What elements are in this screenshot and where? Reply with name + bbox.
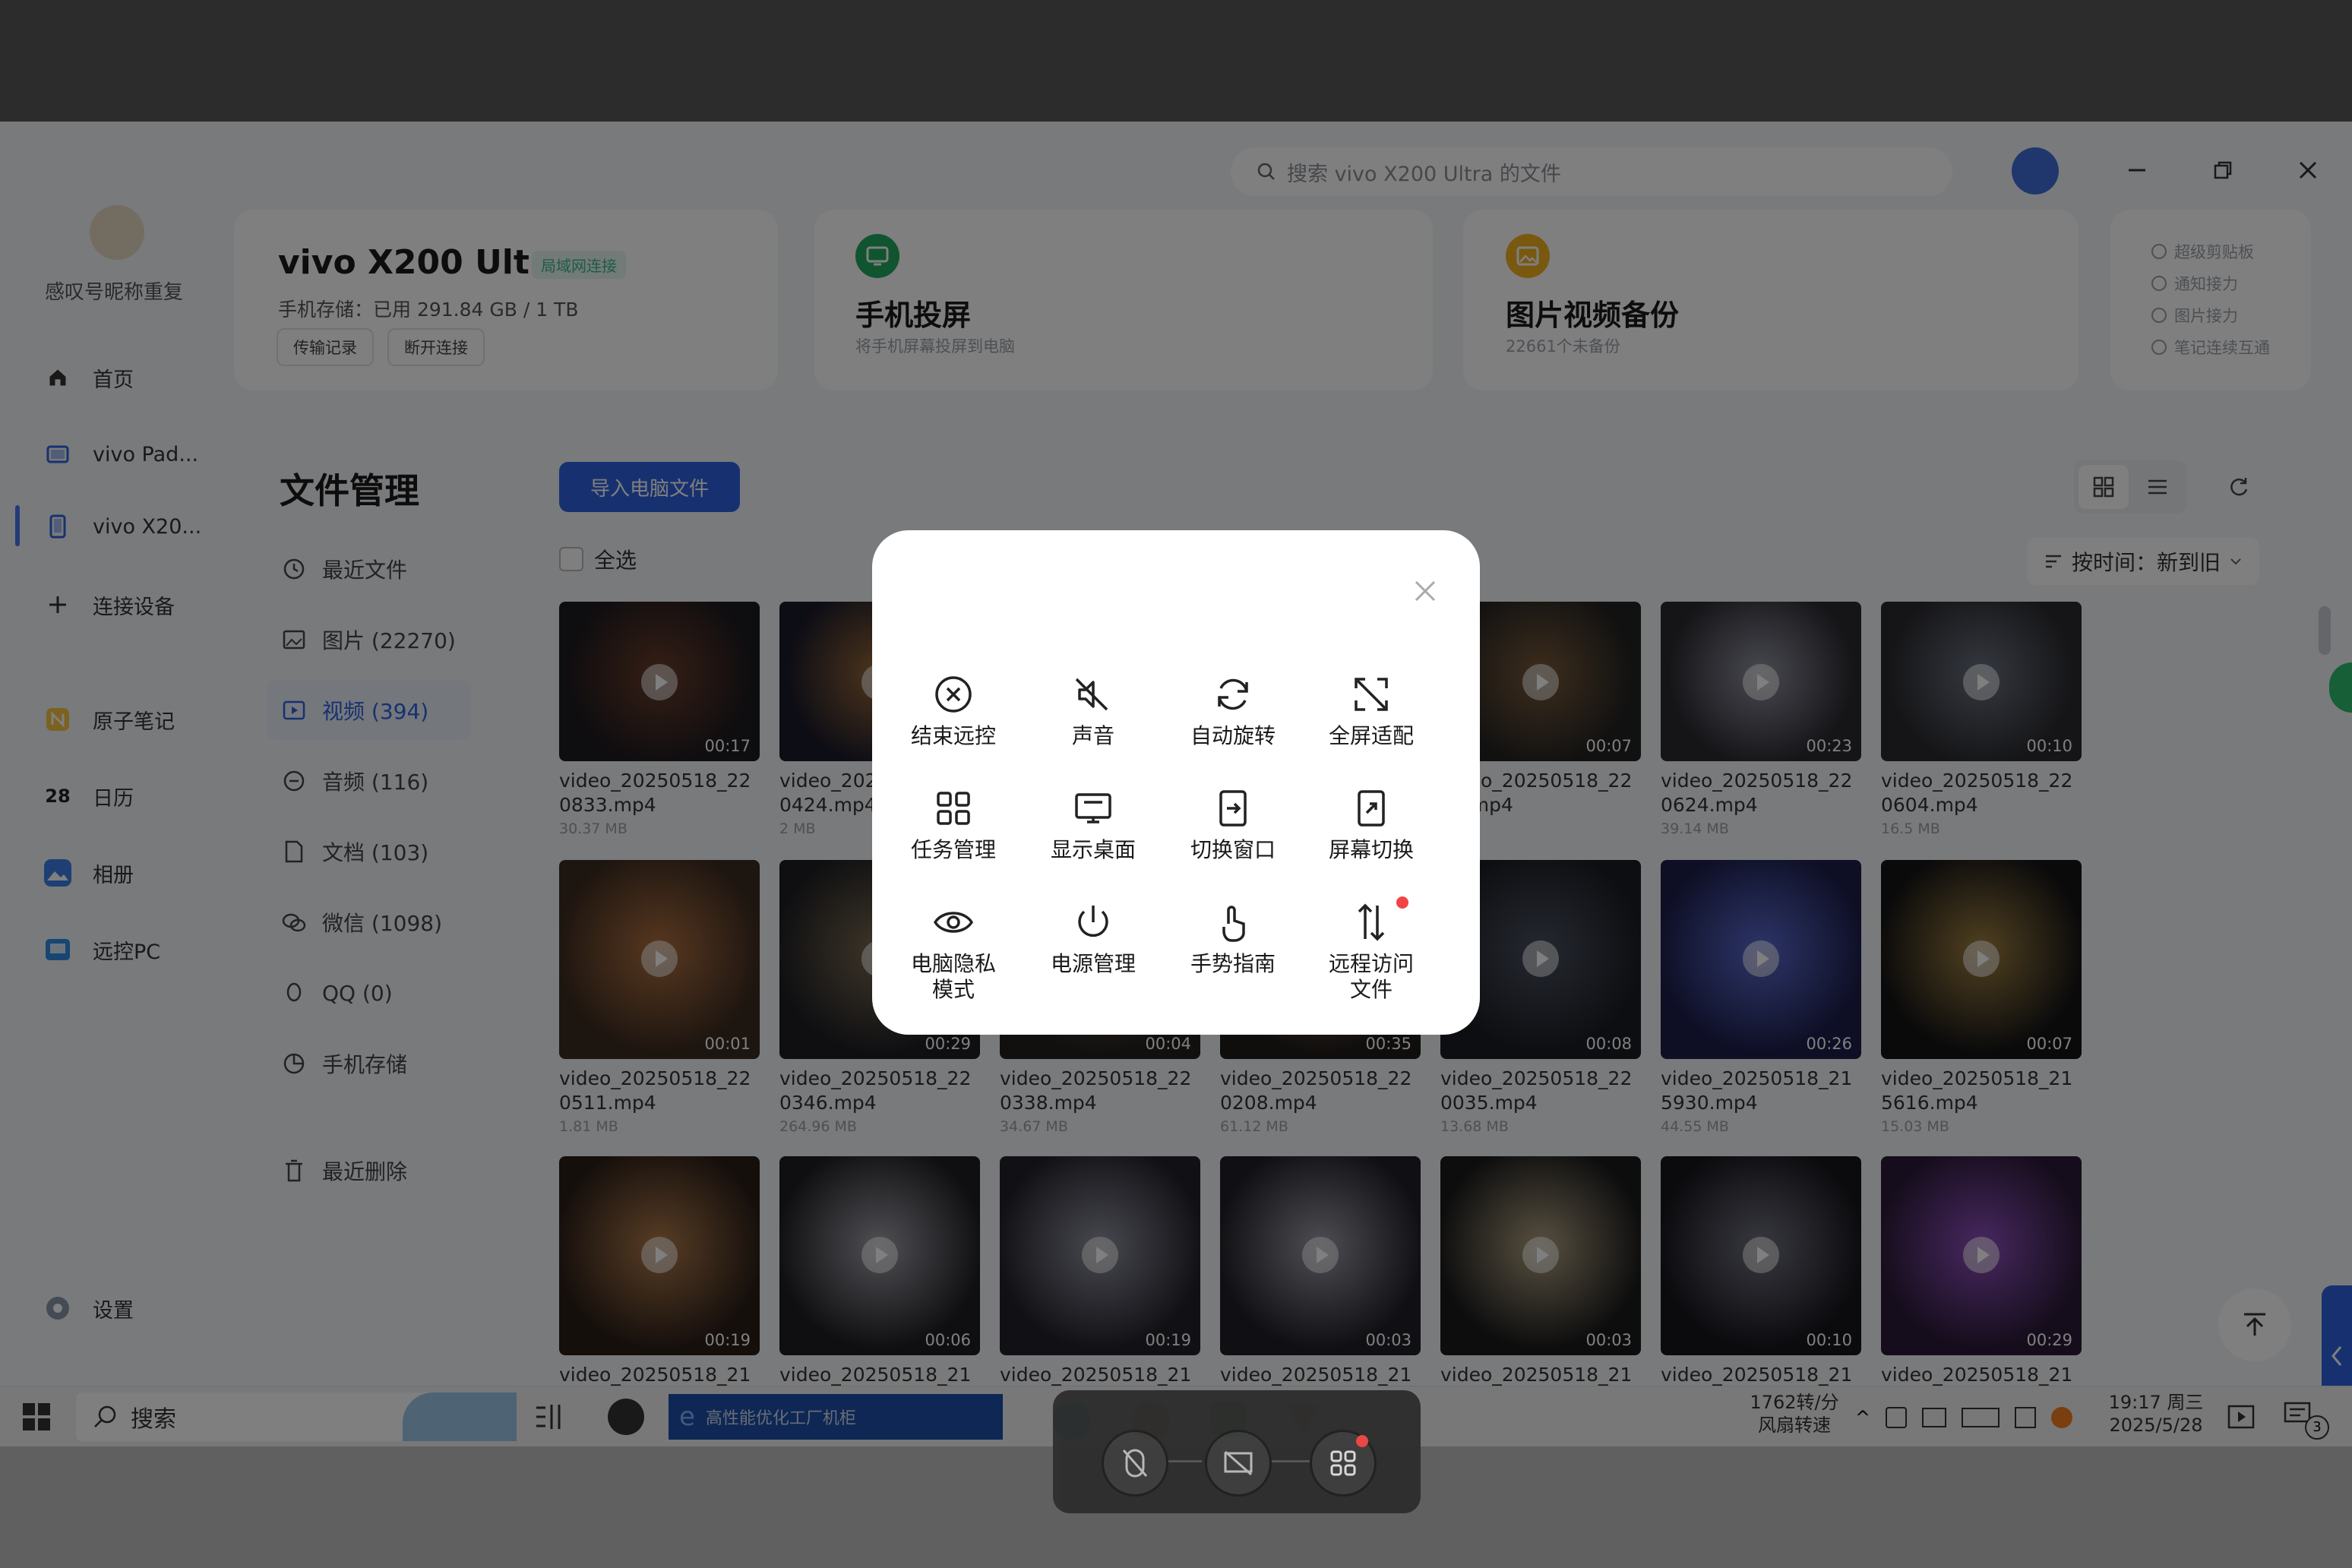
screen-off-icon xyxy=(1224,1450,1253,1476)
remote-file-access-button[interactable]: 远程访问 文件 xyxy=(1302,896,1440,1003)
show-desktop-icon xyxy=(1070,786,1116,831)
fullscreen-fit-button[interactable]: 全屏适配 xyxy=(1302,672,1440,749)
menu-item-label: 结束远控 xyxy=(910,723,996,748)
remote-control-bar xyxy=(1053,1390,1421,1513)
menu-item-label: 全屏适配 xyxy=(1328,723,1414,748)
remote-control-menu: 结束远控 声音 自动旋转 全屏适配任务管理 显示桌面 切换窗口 屏幕切换电脑隐私 模式 电源管… xyxy=(872,530,1480,1035)
gesture-guide-button[interactable]: 手势指南 xyxy=(1164,899,1302,977)
privacy-mode-icon xyxy=(931,899,976,945)
menu-item-label: 显示桌面 xyxy=(1050,837,1136,862)
menu-item-label: 电脑隐私 模式 xyxy=(910,951,996,1002)
menu-item-label: 电源管理 xyxy=(1050,951,1136,976)
new-feature-dot xyxy=(1396,896,1408,909)
mouse-off-button[interactable] xyxy=(1102,1430,1168,1497)
remote-file-access-icon xyxy=(1348,899,1394,945)
end-remote-icon xyxy=(931,672,976,717)
auto-rotate-icon xyxy=(1210,672,1256,717)
task-manager-icon xyxy=(931,786,976,831)
menu-item-label: 屏幕切换 xyxy=(1328,837,1414,862)
menu-item-label: 自动旋转 xyxy=(1190,723,1276,748)
gesture-guide-icon xyxy=(1210,899,1256,945)
end-remote-button[interactable]: 结束远控 xyxy=(884,672,1023,749)
switch-window-button[interactable]: 切换窗口 xyxy=(1164,786,1302,863)
apps-icon xyxy=(1330,1450,1356,1476)
modal-close-button[interactable] xyxy=(1404,570,1446,612)
switch-screen-icon xyxy=(1348,786,1394,831)
mouse-off-icon xyxy=(1122,1449,1148,1478)
menu-item-label: 切换窗口 xyxy=(1190,837,1276,862)
notification-dot xyxy=(1356,1435,1368,1447)
more-apps-button[interactable] xyxy=(1310,1430,1377,1497)
screen-off-button[interactable] xyxy=(1205,1430,1272,1497)
menu-item-label: 声音 xyxy=(1071,723,1114,748)
show-desktop-button[interactable]: 显示桌面 xyxy=(1024,786,1162,863)
task-manager-button[interactable]: 任务管理 xyxy=(884,786,1023,863)
menu-item-label: 手势指南 xyxy=(1190,951,1276,976)
fullscreen-fit-icon xyxy=(1348,672,1394,717)
auto-rotate-button[interactable]: 自动旋转 xyxy=(1164,672,1302,749)
switch-window-icon xyxy=(1210,786,1256,831)
menu-item-label: 远程访问 文件 xyxy=(1328,951,1414,1002)
power-management-icon xyxy=(1070,899,1116,945)
switch-screen-button[interactable]: 屏幕切换 xyxy=(1302,786,1440,863)
power-management-button[interactable]: 电源管理 xyxy=(1024,899,1162,977)
sound-icon xyxy=(1070,672,1116,717)
sound-button[interactable]: 声音 xyxy=(1024,672,1162,749)
privacy-mode-button[interactable]: 电脑隐私 模式 xyxy=(884,899,1023,1003)
close-icon xyxy=(1415,580,1436,602)
menu-item-label: 任务管理 xyxy=(910,837,996,862)
